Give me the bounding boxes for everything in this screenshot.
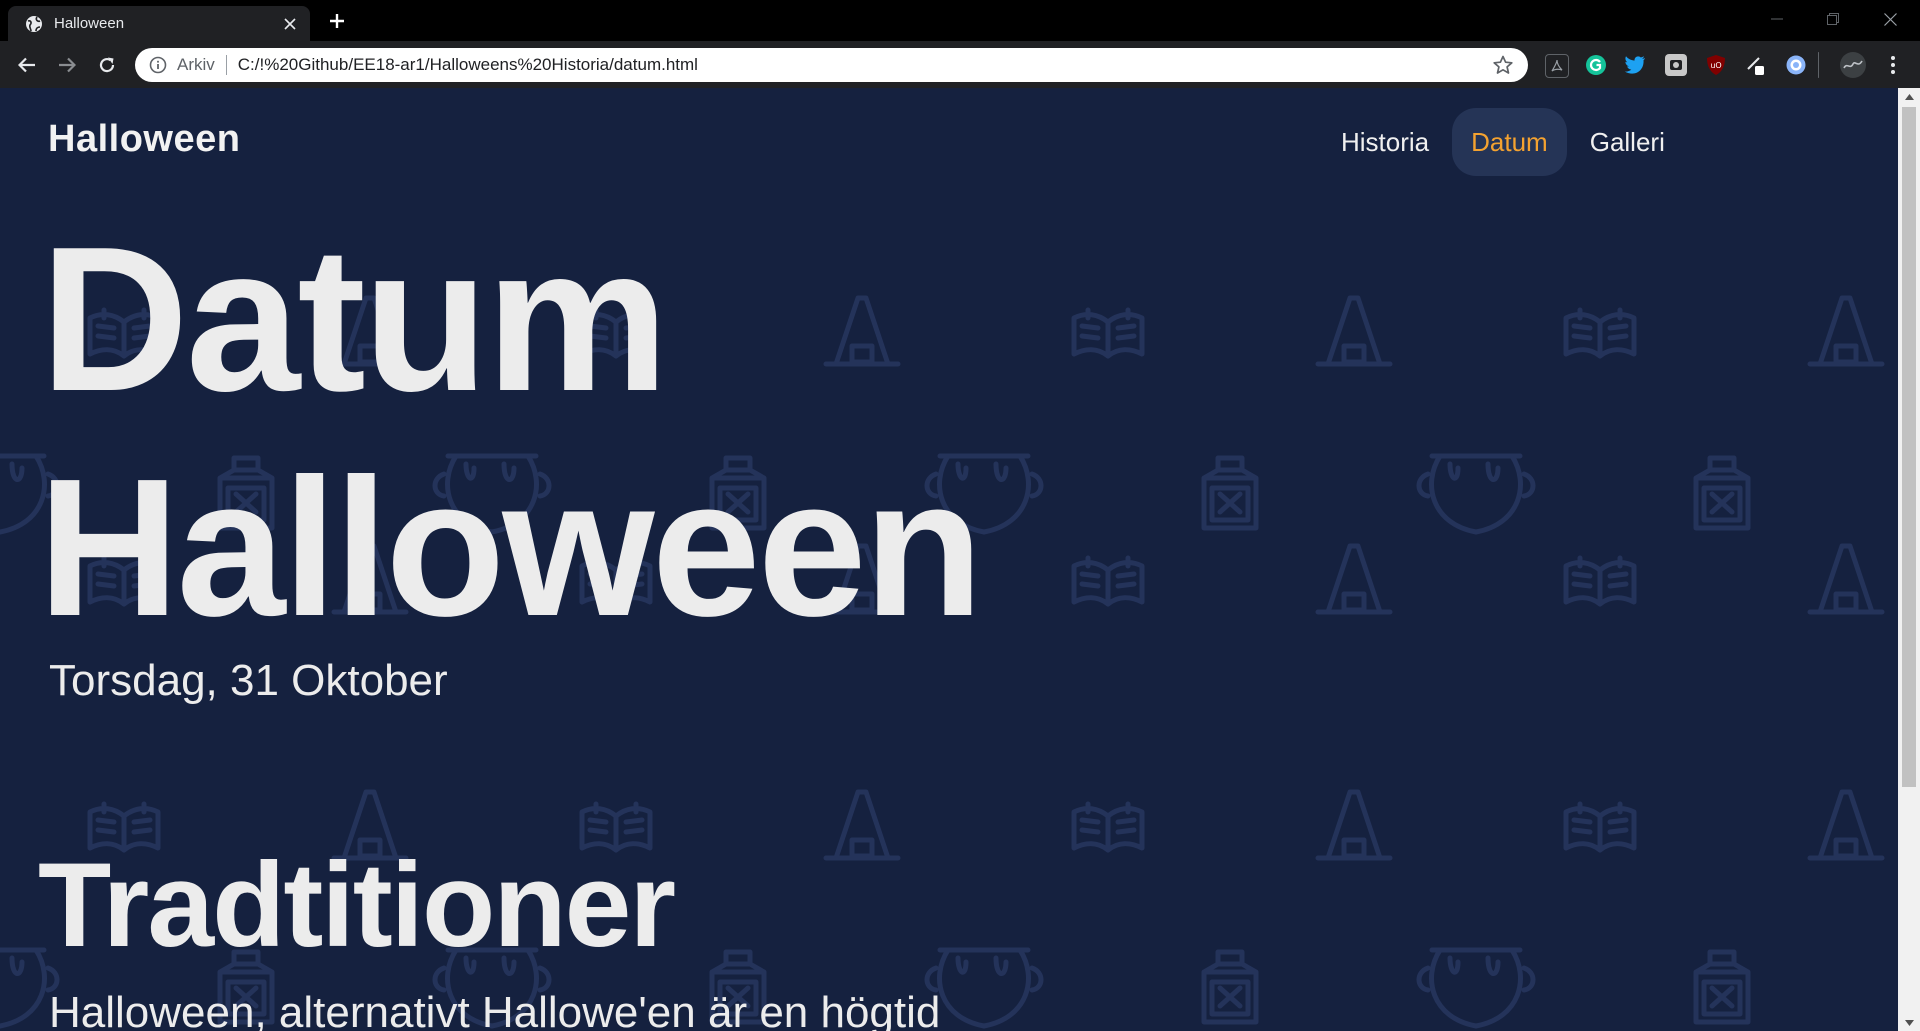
address-url[interactable]: C:/!%20Github/EE18-ar1/Halloweens%20Hist…: [238, 55, 1492, 75]
cauldron-icon: [1416, 947, 1536, 1029]
scroll-down-arrow-icon[interactable]: [1898, 1014, 1920, 1031]
potion-jar-icon: [1201, 949, 1259, 1025]
info-icon[interactable]: [149, 56, 167, 74]
scroll-thumb[interactable]: [1902, 107, 1916, 787]
witch-hat-icon: [1315, 543, 1393, 615]
page-viewport: Halloween Historia Datum Galleri Datum H…: [0, 88, 1898, 1031]
scroll-up-arrow-icon[interactable]: [1898, 88, 1920, 105]
witch-hat-icon: [1807, 295, 1885, 367]
forward-icon[interactable]: [53, 51, 81, 79]
pdf-icon[interactable]: [1545, 54, 1569, 78]
hero-title-line-2: Halloween: [38, 438, 983, 657]
witch-hat-icon: [1807, 789, 1885, 861]
bookmark-star-icon[interactable]: [1492, 54, 1514, 76]
witch-hat-icon: [1315, 295, 1393, 367]
cauldron-icon: [1416, 453, 1536, 535]
address-bar[interactable]: Arkiv C:/!%20Github/EE18-ar1/Halloweens%…: [135, 48, 1528, 82]
nav-item-galleri[interactable]: Galleri: [1571, 108, 1684, 176]
witch-hat-icon: [823, 295, 901, 367]
address-separator: [225, 55, 227, 75]
spellbook-icon: [1563, 801, 1637, 853]
circle-extension-icon[interactable]: [1785, 54, 1807, 76]
witch-hat-icon: [823, 789, 901, 861]
spellbook-icon: [1563, 307, 1637, 359]
restore-icon[interactable]: [1813, 6, 1853, 32]
svg-text:uO: uO: [1710, 61, 1721, 70]
reload-icon[interactable]: [93, 51, 121, 79]
browser-tabstrip: Halloween: [0, 0, 1920, 41]
nav-item-historia[interactable]: Historia: [1322, 108, 1448, 176]
witch-hat-icon: [1315, 789, 1393, 861]
menu-kebab-icon[interactable]: [1882, 54, 1904, 76]
site-nav: Historia Datum Galleri: [1322, 108, 1688, 176]
page-scrollbar[interactable]: [1898, 88, 1920, 1031]
minimize-icon[interactable]: [1757, 6, 1797, 32]
hero-title-line-1: Datum: [40, 204, 669, 434]
screenshot-icon[interactable]: [1665, 54, 1687, 76]
globe-icon: [25, 15, 43, 33]
close-window-icon[interactable]: [1870, 6, 1910, 32]
grammarly-icon[interactable]: [1585, 54, 1607, 76]
tab-title: Halloween: [54, 15, 125, 32]
potion-jar-icon: [1693, 949, 1751, 1025]
site-brand[interactable]: Halloween: [48, 118, 240, 161]
cauldron-icon: [924, 947, 1044, 1029]
ublock-icon[interactable]: uO: [1705, 54, 1727, 76]
new-tab-icon[interactable]: [325, 9, 349, 33]
browser-toolbar: Arkiv C:/!%20Github/EE18-ar1/Halloweens%…: [0, 41, 1920, 88]
pen-icon[interactable]: [1745, 54, 1767, 76]
twitter-icon[interactable]: [1624, 54, 1646, 76]
section-text: Halloween, alternativt Hallowe'en är en …: [49, 988, 941, 1031]
section-title: Tradtitioner: [38, 838, 676, 972]
spellbook-icon: [1071, 307, 1145, 359]
browser-tab[interactable]: Halloween: [8, 6, 310, 41]
halloween-date: Torsdag, 31 Oktober: [49, 656, 448, 705]
spellbook-icon: [1071, 801, 1145, 853]
address-scheme-label: Arkiv: [177, 55, 215, 74]
spellbook-icon: [1071, 555, 1145, 607]
toolbar-separator: [1818, 52, 1819, 78]
potion-jar-icon: [1693, 455, 1751, 531]
profile-avatar-icon[interactable]: [1840, 52, 1866, 78]
potion-jar-icon: [1201, 455, 1259, 531]
close-tab-icon[interactable]: [282, 16, 298, 32]
nav-item-datum[interactable]: Datum: [1452, 108, 1567, 176]
back-icon[interactable]: [13, 51, 41, 79]
witch-hat-icon: [1807, 543, 1885, 615]
spellbook-icon: [1563, 555, 1637, 607]
